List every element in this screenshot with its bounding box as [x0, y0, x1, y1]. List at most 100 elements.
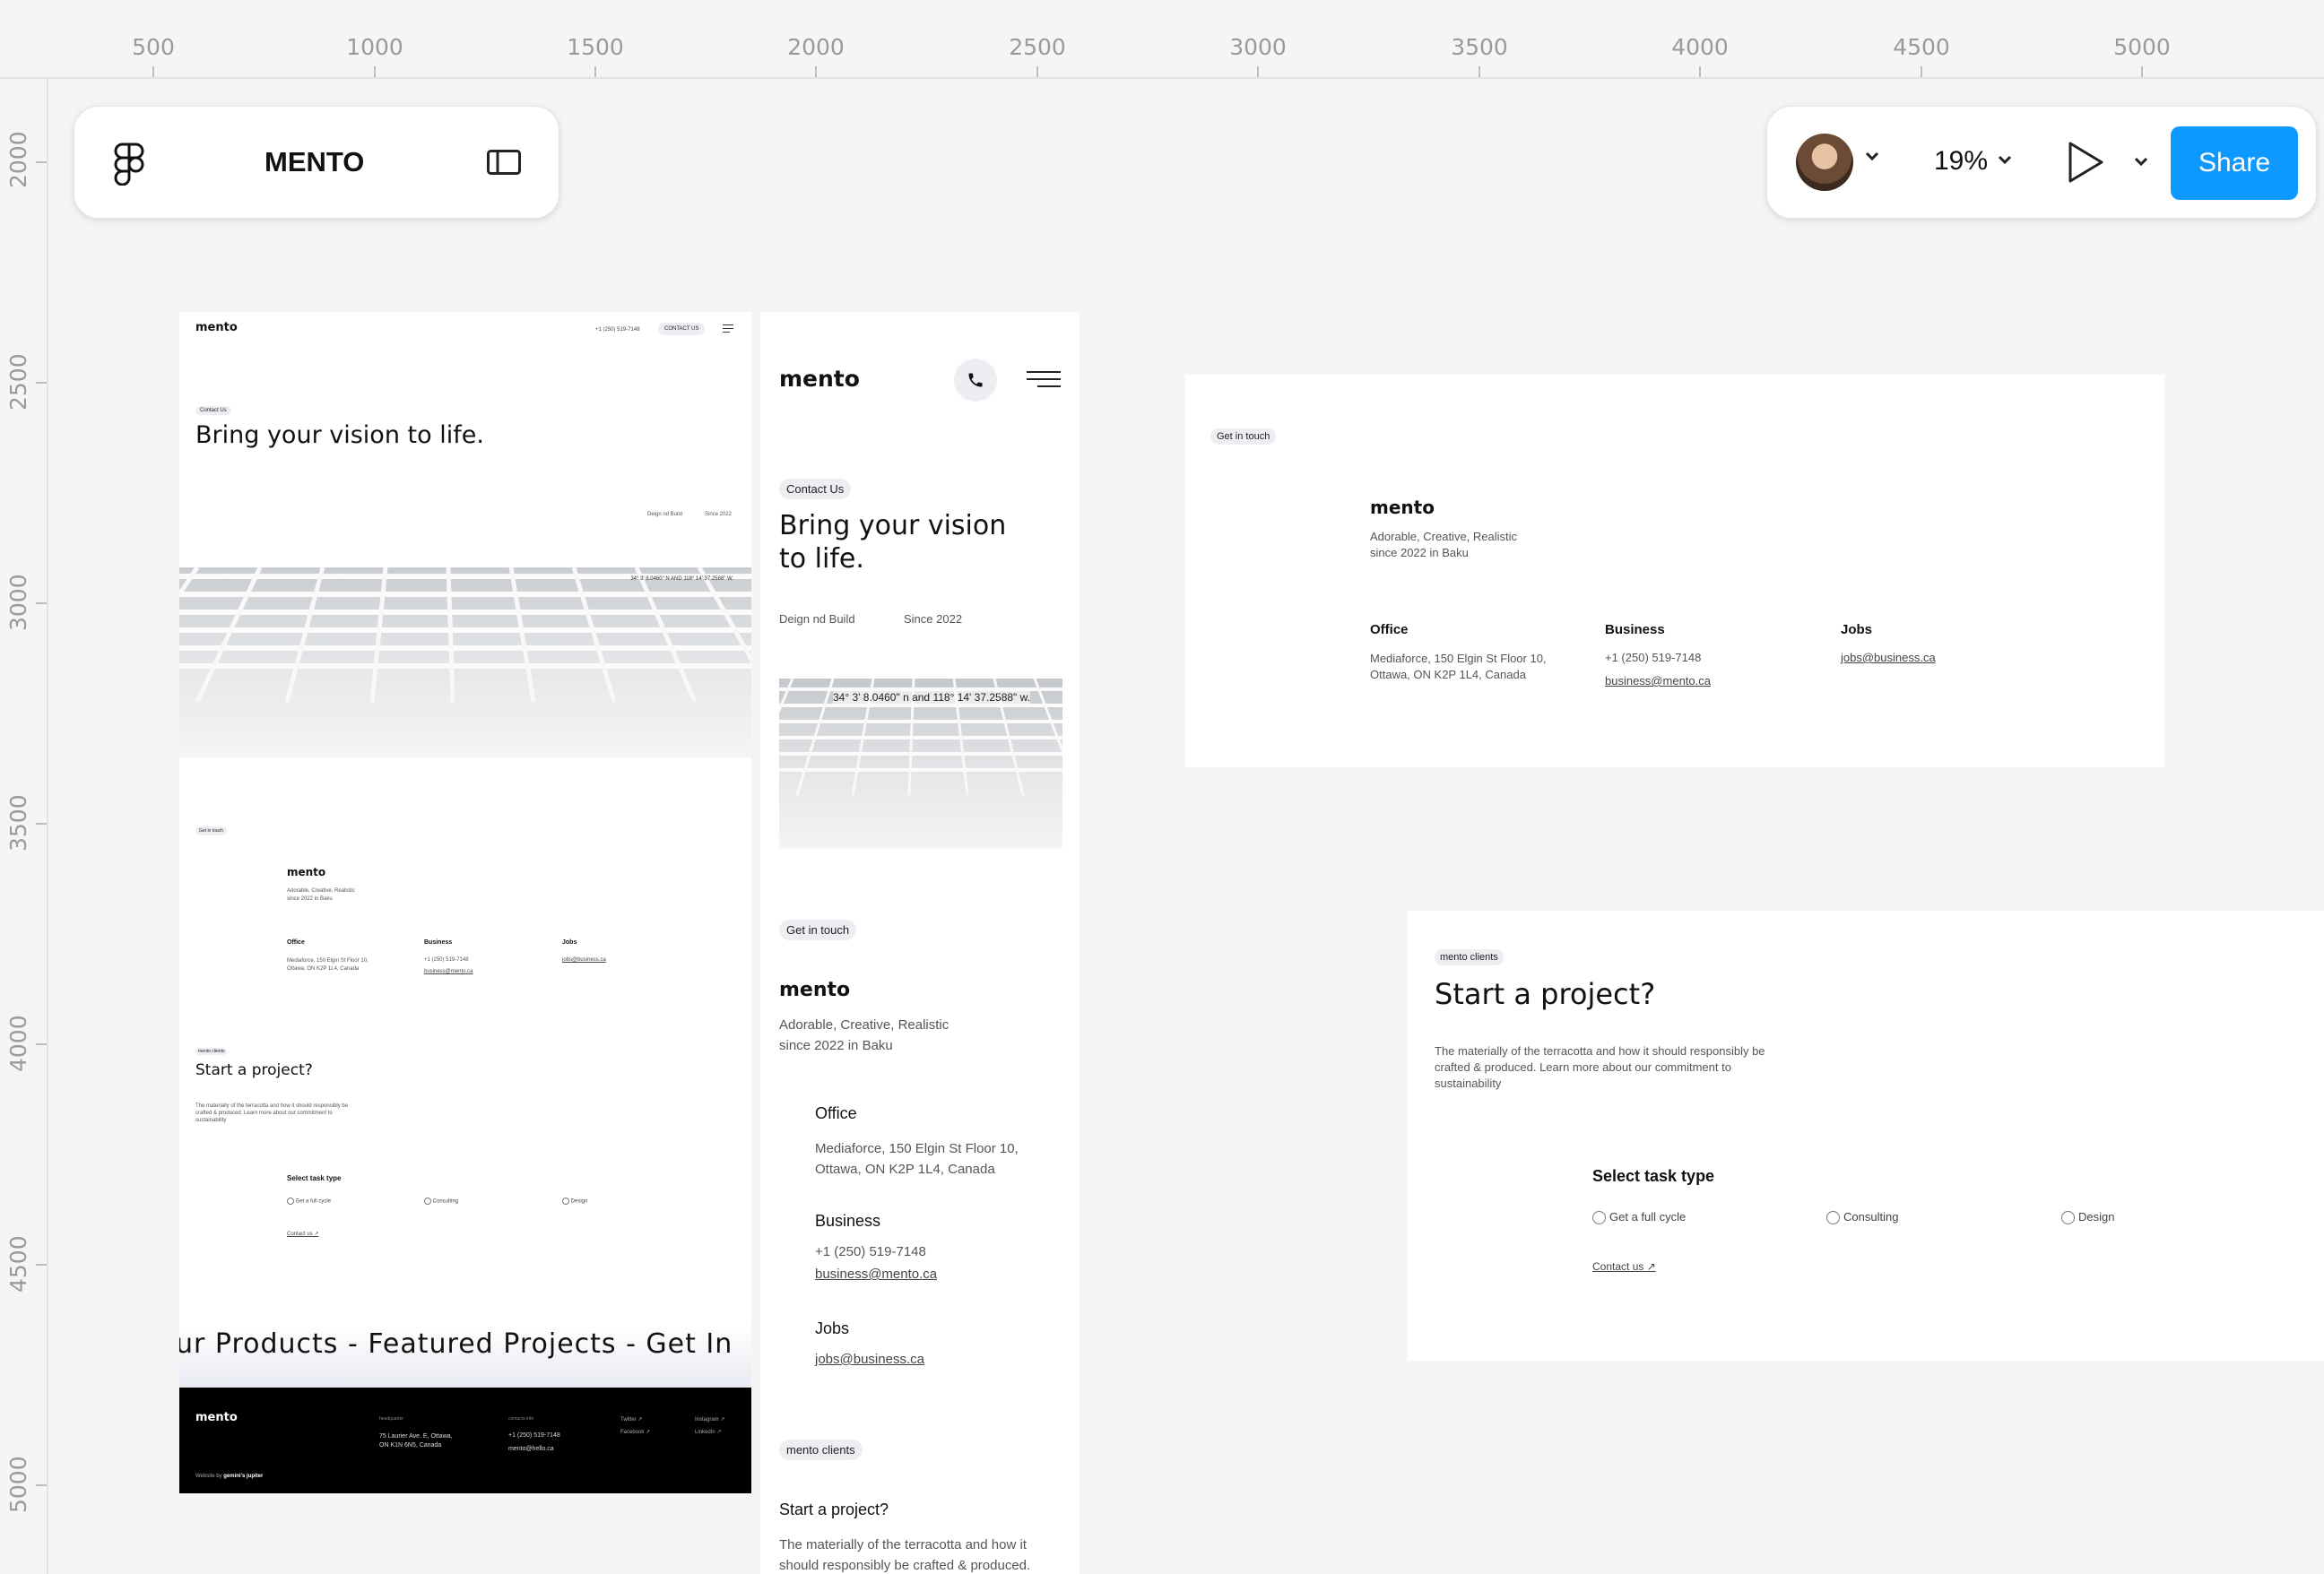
project-description: The materially of the terracotta and how…	[195, 1103, 349, 1123]
jobs-email-link[interactable]: jobs@business.ca	[562, 957, 606, 963]
get-in-touch-frame[interactable]: Get in touch mento Adorable, Creative, R…	[1185, 375, 2164, 767]
touch-tagline: Adorable, Creative, Realistic since 2022 …	[1370, 530, 1518, 559]
ruler-label: 3000	[5, 574, 31, 631]
footer-linkedin-link[interactable]: LinkedIn ↗	[695, 1429, 721, 1435]
file-name[interactable]: MENTO	[264, 146, 364, 178]
ruler-label: 5000	[2113, 34, 2171, 60]
ruler-label: 1000	[346, 34, 403, 60]
ruler-left: 2000 2500 3000 3500 4000 4500 5000	[0, 79, 48, 1574]
business-heading: Business	[424, 939, 453, 946]
footer-twitter-link[interactable]: Twitter ↗	[620, 1416, 642, 1423]
mobile-business-heading: Business	[815, 1212, 881, 1230]
office-address: Mediaforce, 150 Elgin St Floor 10, Ottawa…	[287, 958, 369, 972]
ruler-tick	[374, 66, 376, 77]
hero-meta-2: Since 2022	[705, 512, 733, 517]
mobile-jobs-heading: Jobs	[815, 1319, 850, 1337]
project-select-task: Select task type	[1592, 1167, 1715, 1185]
ruler-label: 2000	[5, 131, 31, 188]
touch-business-phone[interactable]: +1 (250) 519-7148	[1605, 651, 1701, 664]
hamburger-menu-icon[interactable]	[1027, 371, 1061, 387]
project-option-full-cycle[interactable]: Get a full cycle	[1592, 1210, 1686, 1225]
present-play-icon[interactable]	[2067, 141, 2104, 188]
touch-office-address: Mediaforce, 150 Elgin St Floor 10, Ottawa…	[1370, 652, 1547, 681]
footer-logo[interactable]: mento	[195, 1411, 238, 1424]
mobile-project-heading: Start a project?	[779, 1500, 889, 1518]
logo[interactable]: mento	[195, 321, 238, 334]
ruler-tick	[2141, 66, 2143, 77]
radio-icon	[1826, 1211, 1840, 1225]
mobile-logo[interactable]: mento	[779, 366, 860, 392]
mobile-business-email-link[interactable]: business@mento.ca	[815, 1267, 937, 1282]
action-panel: 19% Share	[1766, 106, 2317, 219]
mobile-clients-pill: mento clients	[779, 1440, 863, 1460]
footer-email[interactable]: mento@hello.ca	[508, 1446, 554, 1452]
mobile-jobs-email-link[interactable]: jobs@business.ca	[815, 1352, 924, 1367]
contact-us-link[interactable]: Contact us ↗	[287, 1231, 318, 1237]
radio-icon	[2061, 1211, 2075, 1225]
touch-jobs-heading: Jobs	[1841, 622, 1873, 637]
touch-office-heading: Office	[1370, 622, 1409, 637]
touch-logo: mento	[1370, 497, 1435, 518]
ruler-label: 4000	[1671, 34, 1729, 60]
touch-business-heading: Business	[1605, 622, 1665, 637]
option-design[interactable]: Design	[562, 1198, 587, 1205]
footer-phone[interactable]: +1 (250) 519-7148	[508, 1432, 560, 1439]
mobile-hero-image: 34° 3' 8.0460" n and 118° 14' 37.2588" w…	[779, 679, 1062, 849]
option-consulting[interactable]: Consulting	[424, 1198, 458, 1205]
ruler-label: 4000	[5, 1015, 31, 1072]
mobile-meta-1: Deign nd Build	[779, 612, 855, 626]
mobile-business-phone[interactable]: +1 (250) 519-7148	[815, 1244, 926, 1259]
ruler-tick	[1699, 66, 1701, 77]
header-phone[interactable]: +1 (250) 519-7148	[595, 327, 640, 333]
ruler-label: 2500	[5, 353, 31, 411]
project-contact-link[interactable]: Contact us ↗	[1592, 1260, 1656, 1273]
project-option-consulting[interactable]: Consulting	[1826, 1210, 1898, 1225]
mobile-frame[interactable]: mento Contact Us Bring your vision to lif…	[760, 312, 1080, 1574]
footer-hq-label: headquarter	[379, 1416, 403, 1422]
ruler-tick	[36, 382, 47, 384]
share-button[interactable]: Share	[2171, 126, 2298, 200]
get-in-touch-pill: Get in touch	[195, 826, 227, 835]
touch-jobs-email-link[interactable]: jobs@business.ca	[1841, 651, 1936, 664]
phone-button[interactable]	[954, 359, 997, 402]
project-frame-description: The materially of the terracotta and how…	[1435, 1044, 1765, 1090]
marquee-text: ur Products - Featured Projects - Get In	[179, 1328, 733, 1360]
footer-facebook-link[interactable]: Facebook ↗	[620, 1429, 650, 1435]
option-full-cycle[interactable]: Get a full cycle	[287, 1198, 331, 1205]
zoom-level[interactable]: 19%	[1934, 146, 1988, 177]
figma-logo-icon[interactable]	[114, 143, 144, 190]
ruler-tick	[815, 66, 817, 77]
present-chevron-down-icon[interactable]	[2133, 155, 2149, 171]
coordinates-label: 34° 3' 8.0460" N AND 118° 14' 37.2588" W…	[630, 576, 733, 582]
contact-us-button[interactable]: CONTACT US	[658, 323, 706, 335]
info-tagline: Adorable, Creative, Realistic since 2022 …	[287, 888, 355, 902]
ruler-tick	[36, 602, 47, 604]
ruler-tick	[36, 1264, 47, 1266]
ruler-tick	[594, 66, 596, 77]
user-avatar[interactable]	[1796, 134, 1853, 191]
menu-icon[interactable]	[723, 324, 733, 333]
clients-pill: mento clients	[195, 1048, 228, 1055]
footer-instagram-link[interactable]: Instagram ↗	[695, 1416, 724, 1423]
ruler-tick	[1479, 66, 1480, 77]
mobile-info-logo: mento	[779, 979, 851, 1001]
desktop-frame[interactable]: mento +1 (250) 519-7148 CONTACT US Conta…	[179, 312, 751, 1493]
avatar-chevron-down-icon[interactable]	[1864, 150, 1880, 166]
footer-credit: Website by gemini's jupiter	[195, 1474, 264, 1479]
ruler-top: 500 1000 1500 2000 2500 3000 3500 4000 4…	[0, 0, 2324, 79]
start-project-frame[interactable]: mento clients Start a project? The mater…	[1408, 911, 2324, 1361]
zoom-chevron-down-icon[interactable]	[1997, 153, 2013, 169]
hero-title: Bring your vision to life.	[195, 421, 484, 449]
ruler-label: 4500	[1893, 34, 1950, 60]
business-email-link[interactable]: business@mento.ca	[424, 969, 473, 974]
mobile-contact-pill: Contact Us	[779, 479, 852, 499]
ruler-tick	[1921, 66, 1922, 77]
mobile-project-description: The materially of the terracotta and how…	[779, 1537, 1031, 1573]
sidebar-toggle-icon[interactable]	[487, 150, 521, 179]
business-phone[interactable]: +1 (250) 519-7148	[424, 957, 469, 963]
mobile-meta-2: Since 2022	[904, 612, 963, 626]
project-title: Start a project?	[1435, 977, 1656, 1011]
touch-business-email-link[interactable]: business@mento.ca	[1605, 674, 1711, 688]
project-option-design[interactable]: Design	[2061, 1210, 2114, 1225]
info-logo: mento	[287, 866, 326, 878]
